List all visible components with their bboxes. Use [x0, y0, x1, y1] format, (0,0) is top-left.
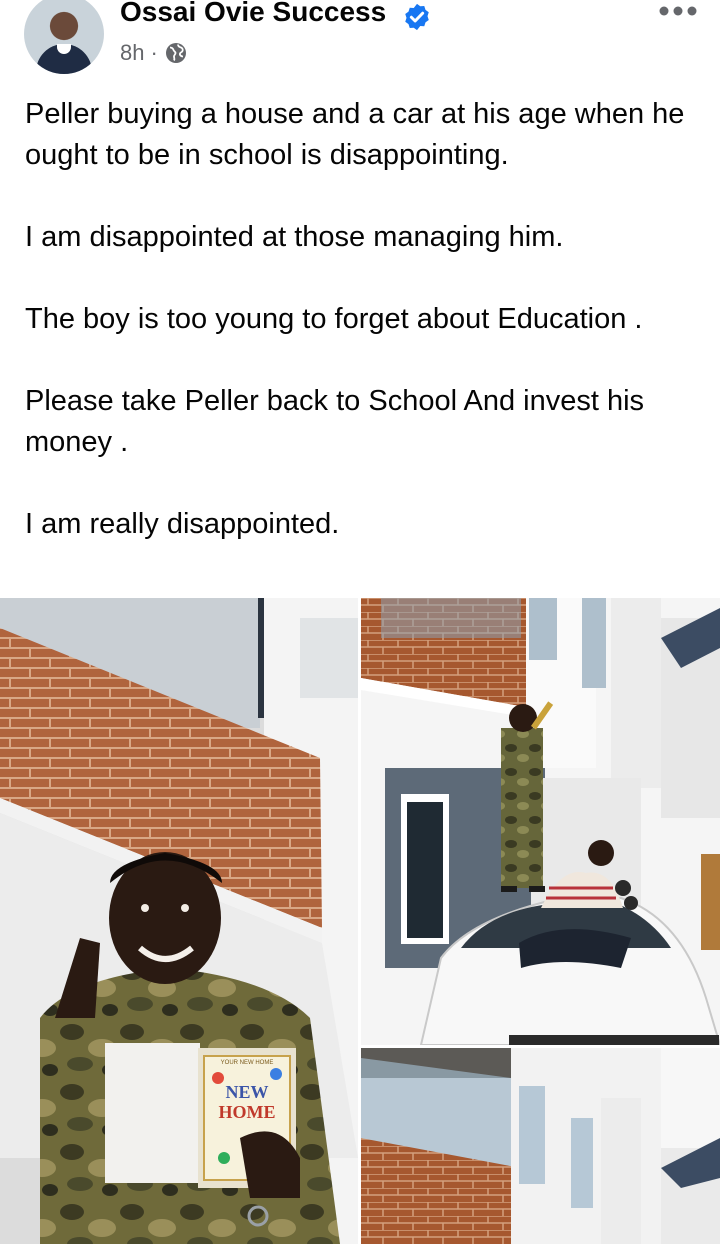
photo-gallery: YOUR NEW HOME NEW HOME: [0, 598, 720, 1244]
author-name[interactable]: Ossai Ovie Success: [120, 0, 386, 28]
photo-boy-illustration: YOUR NEW HOME NEW HOME: [0, 598, 358, 1244]
photo-car-rooftop[interactable]: [361, 598, 720, 1045]
more-options-icon[interactable]: [658, 4, 698, 18]
author-avatar[interactable]: [24, 0, 104, 74]
post-paragraph: Peller buying a house and a car at his a…: [25, 98, 685, 171]
card-title-home: HOME: [219, 1102, 276, 1122]
photo-house-exterior[interactable]: [361, 1048, 720, 1244]
meta-separator: ·: [150, 40, 158, 65]
card-title-new: NEW: [225, 1082, 268, 1102]
card-top-text: YOUR NEW HOME: [221, 1060, 274, 1066]
post-paragraph: Please take Peller back to School And in…: [25, 385, 645, 458]
verified-badge-icon: [405, 3, 429, 31]
post-meta: 8h ·: [120, 40, 188, 66]
photo-house-illustration: [361, 1048, 720, 1244]
post-header: Ossai Ovie Success 8h ·: [0, 0, 720, 80]
post-paragraph: The boy is too young to forget about Edu…: [25, 303, 643, 335]
globe-icon[interactable]: [164, 41, 188, 65]
photo-car-illustration: [361, 598, 720, 1045]
post-time[interactable]: 8h: [120, 40, 144, 66]
post-paragraph: I am disappointed at those managing him.: [25, 221, 564, 253]
photo-boy-with-card[interactable]: YOUR NEW HOME NEW HOME: [0, 598, 358, 1244]
post-paragraph: I am really disappointed.: [25, 508, 340, 540]
post-text: Peller buying a house and a car at his a…: [25, 94, 705, 586]
